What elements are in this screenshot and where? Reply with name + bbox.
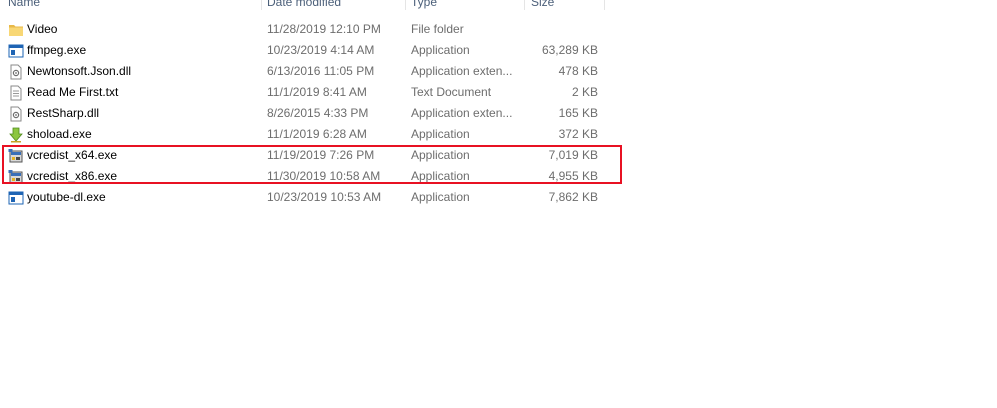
file-size: 372 KB [558, 127, 598, 141]
file-type: Application [411, 43, 470, 57]
installer-icon [8, 148, 24, 164]
column-header-type[interactable]: Type [411, 0, 521, 10]
column-header-name[interactable]: Name [8, 0, 258, 10]
file-row-readme[interactable]: Read Me First.txt 11/1/2019 8:41 AM Text… [0, 82, 620, 103]
file-size: 478 KB [558, 64, 598, 78]
file-row-video[interactable]: Video 11/28/2019 12:10 PM File folder [0, 19, 620, 40]
file-row-ffmpeg[interactable]: ffmpeg.exe 10/23/2019 4:14 AM Applicatio… [0, 40, 620, 61]
column-divider[interactable] [405, 0, 406, 10]
file-name: shoload.exe [27, 127, 92, 141]
exe-window-icon [8, 190, 24, 206]
file-size: 4,955 KB [548, 169, 598, 183]
file-date-modified: 11/1/2019 6:28 AM [267, 127, 367, 141]
file-date-modified: 11/28/2019 12:10 PM [267, 22, 381, 36]
column-divider[interactable] [604, 0, 605, 10]
file-date-modified: 8/26/2015 4:33 PM [267, 106, 369, 120]
file-type: Application exten... [411, 106, 513, 120]
file-type: Text Document [411, 85, 492, 99]
file-row-shoload[interactable]: shoload.exe 11/1/2019 6:28 AM Applicatio… [0, 124, 620, 145]
file-row-vcredist-x64[interactable]: vcredist_x64.exe 11/19/2019 7:26 PM Appl… [0, 145, 620, 166]
file-name: vcredist_x64.exe [27, 148, 118, 162]
column-divider[interactable] [524, 0, 525, 10]
file-type: Application [411, 127, 470, 141]
file-name: ffmpeg.exe [27, 43, 87, 57]
file-row-restsharp[interactable]: RestSharp.dll 8/26/2015 4:33 PM Applicat… [0, 103, 620, 124]
file-name: RestSharp.dll [27, 106, 100, 120]
folder-icon [8, 22, 24, 38]
file-row-newtonsoft[interactable]: Newtonsoft.Json.dll 6/13/2016 11:05 PM A… [0, 61, 620, 82]
dll-icon [8, 64, 24, 80]
file-type: Application [411, 169, 470, 183]
file-size: 2 KB [571, 85, 598, 99]
file-date-modified: 6/13/2016 11:05 PM [267, 64, 375, 78]
file-size [527, 19, 598, 40]
file-size: 63,289 KB [541, 43, 598, 57]
file-size: 7,019 KB [548, 148, 598, 162]
file-name: Video [27, 22, 58, 36]
file-date-modified: 11/1/2019 8:41 AM [267, 85, 367, 99]
exe-window-icon [8, 43, 24, 59]
file-name: youtube-dl.exe [27, 190, 106, 204]
file-name: Newtonsoft.Json.dll [27, 64, 132, 78]
column-header-date-modified[interactable]: Date modified [267, 0, 403, 10]
dll-icon [8, 106, 24, 122]
file-name: vcredist_x86.exe [27, 169, 118, 183]
file-size: 7,862 KB [548, 190, 598, 204]
file-name: Read Me First.txt [27, 85, 119, 99]
file-size: 165 KB [558, 106, 598, 120]
file-type: Application [411, 190, 470, 204]
file-row-vcredist-x86[interactable]: vcredist_x86.exe 11/30/2019 10:58 AM App… [0, 166, 620, 187]
text-file-icon [8, 85, 24, 101]
file-row-youtube-dl[interactable]: youtube-dl.exe 10/23/2019 10:53 AM Appli… [0, 187, 620, 208]
download-arrow-icon [8, 127, 24, 143]
file-type: Application exten... [411, 64, 513, 78]
file-date-modified: 11/19/2019 7:26 PM [267, 148, 375, 162]
file-date-modified: 10/23/2019 4:14 AM [267, 43, 375, 57]
column-header-bar: Name Date modified Type Size [0, 0, 605, 10]
file-type: Application [411, 148, 470, 162]
file-date-modified: 10/23/2019 10:53 AM [267, 190, 382, 204]
column-divider[interactable] [261, 0, 262, 10]
file-type: File folder [411, 22, 464, 36]
file-date-modified: 11/30/2019 10:58 AM [267, 169, 381, 183]
column-header-size[interactable]: Size [531, 0, 601, 10]
file-list: Video 11/28/2019 12:10 PM File folder ff… [0, 19, 620, 208]
installer-icon [8, 169, 24, 185]
